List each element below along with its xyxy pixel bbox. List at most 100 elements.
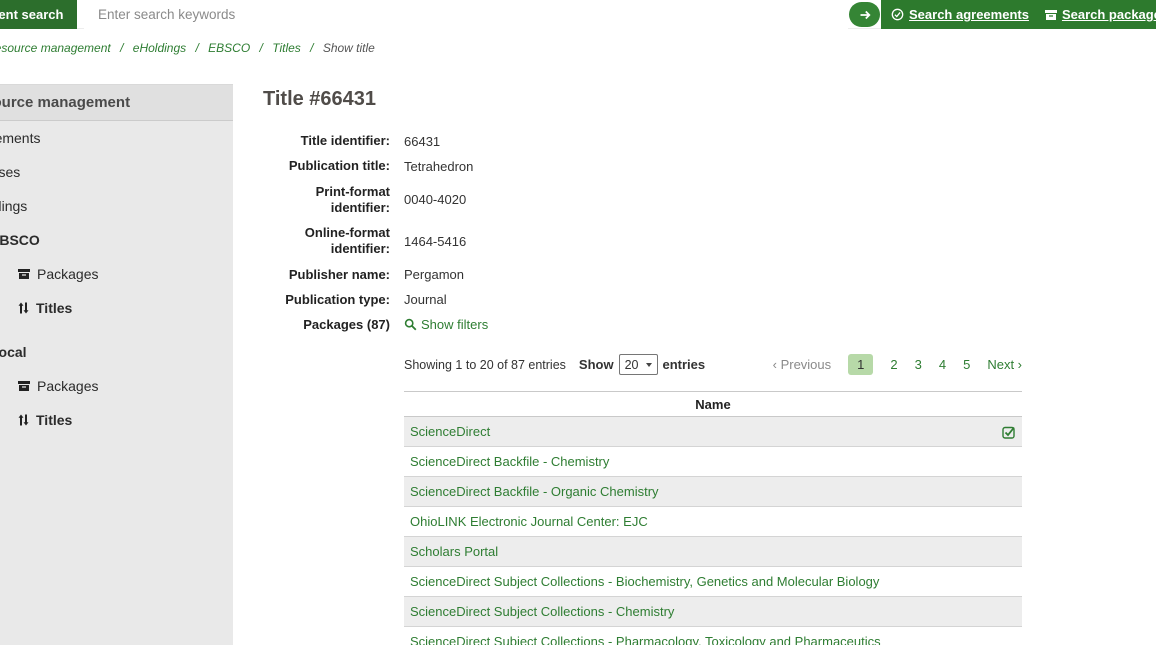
pagination-bar: Showing 1 to 20 of 87 entries Show 20 en… xyxy=(404,354,1022,375)
breadcrumb-separator: / xyxy=(310,41,313,55)
page-button-4[interactable]: 4 xyxy=(939,357,946,372)
field-value: Tetrahedron xyxy=(404,159,473,174)
package-link[interactable]: OhioLINK Electronic Journal Center: EJC xyxy=(410,514,648,529)
box-icon xyxy=(18,268,30,280)
search-agreements-label: Search agreements xyxy=(909,7,1029,22)
table-row: ScienceDirect Backfile - Chemistry xyxy=(404,447,1022,477)
previous-page-button[interactable]: ‹ Previous xyxy=(773,357,832,372)
field-label: Packages (87) xyxy=(263,317,390,333)
page-size-group: Show 20 entries xyxy=(579,354,705,375)
field-label: Title identifier: xyxy=(263,133,390,149)
page-button-5[interactable]: 5 xyxy=(963,357,970,372)
field-publisher-name: Publisher name: Pergamon xyxy=(263,267,1022,283)
arrow-right-icon xyxy=(859,9,871,21)
breadcrumb: Resource management / eHoldings / EBSCO … xyxy=(0,41,375,55)
entries-label: entries xyxy=(663,357,706,372)
sidebar-item-agreements[interactable]: Agreements xyxy=(0,121,233,155)
table-row: ScienceDirect Subject Collections - Phar… xyxy=(404,627,1022,645)
title-detail-panel: Title identifier: 66431 Publication titl… xyxy=(263,133,1022,645)
sidebar-item-ebsco-packages[interactable]: Packages xyxy=(0,257,233,291)
package-link[interactable]: ScienceDirect xyxy=(410,424,490,439)
top-search-bar: Agreement search Search agreements Searc… xyxy=(0,0,1156,29)
sidebar-item-label: Packages xyxy=(37,266,98,282)
field-online-identifier: Online-format identifier: 1464-5416 xyxy=(263,225,1022,258)
search-submit-button[interactable] xyxy=(849,2,880,27)
sidebar: Resource management Agreements Licenses … xyxy=(0,84,233,645)
show-label: Show xyxy=(579,357,614,372)
sidebar-item-label: EBSCO xyxy=(0,232,40,248)
sidebar-item-ebsco[interactable]: EBSCO xyxy=(0,223,233,257)
search-scope-button[interactable]: Agreement search xyxy=(0,0,77,29)
field-label: Publisher name: xyxy=(263,267,390,283)
table-row: ScienceDirect Subject Collections - Bioc… xyxy=(404,567,1022,597)
table-row: ScienceDirect xyxy=(404,417,1022,447)
sort-icon xyxy=(18,302,29,314)
field-value: 1464-5416 xyxy=(404,234,466,249)
package-link[interactable]: ScienceDirect Subject Collections - Chem… xyxy=(410,604,674,619)
circle-check-icon xyxy=(891,8,904,21)
field-label: Publication title: xyxy=(263,158,390,174)
breadcrumb-eholdings[interactable]: eHoldings xyxy=(133,41,186,55)
field-value: Pergamon xyxy=(404,267,464,282)
page-button-1[interactable]: 1 xyxy=(848,354,873,375)
sidebar-item-label: Titles xyxy=(36,300,72,316)
packages-table: Name ScienceDirect ScienceDirect Backfil… xyxy=(404,391,1022,645)
sidebar-item-label: Packages xyxy=(37,378,98,394)
field-publication-title: Publication title: Tetrahedron xyxy=(263,158,1022,174)
page-title: Title #66431 xyxy=(263,88,376,111)
sidebar-item-local[interactable]: Local xyxy=(0,335,233,369)
sidebar-item-label: Agreements xyxy=(0,130,40,146)
show-filters-link[interactable]: Show filters xyxy=(404,317,488,332)
table-row: OhioLINK Electronic Journal Center: EJC xyxy=(404,507,1022,537)
sidebar-item-licenses[interactable]: Licenses xyxy=(0,155,233,189)
sidebar-item-label: Local xyxy=(0,344,27,360)
entries-summary: Showing 1 to 20 of 87 entries xyxy=(404,358,566,372)
sidebar-item-local-packages[interactable]: Packages xyxy=(0,369,233,403)
sidebar-item-eholdings[interactable]: eHoldings xyxy=(0,189,233,223)
search-packages-label: Search packages xyxy=(1062,7,1156,22)
field-label: Online-format identifier: xyxy=(263,225,390,258)
page-size-select[interactable]: 20 xyxy=(619,354,658,375)
breadcrumb-ebsco[interactable]: EBSCO xyxy=(208,41,250,55)
field-publication-type: Publication type: Journal xyxy=(263,292,1022,308)
chevron-down-icon xyxy=(646,363,652,367)
pager: ‹ Previous 1 2 3 4 5 Next › xyxy=(773,354,1022,375)
search-agreements-link[interactable]: Search agreements xyxy=(891,7,1029,22)
page-button-3[interactable]: 3 xyxy=(915,357,922,372)
packages-table-header: Name xyxy=(404,391,1022,417)
sidebar-item-label: eHoldings xyxy=(0,198,27,214)
show-filters-label: Show filters xyxy=(421,317,488,332)
checkbox-checked-icon xyxy=(1002,425,1016,439)
field-value: Journal xyxy=(404,292,447,307)
table-row: ScienceDirect Subject Collections - Chem… xyxy=(404,597,1022,627)
sidebar-item-ebsco-titles[interactable]: Titles xyxy=(0,291,233,325)
breadcrumb-separator: / xyxy=(195,41,198,55)
package-link[interactable]: Scholars Portal xyxy=(410,544,498,559)
package-link[interactable]: ScienceDirect Subject Collections - Phar… xyxy=(410,634,881,645)
sidebar-item-local-titles[interactable]: Titles xyxy=(0,403,233,437)
field-value: 0040-4020 xyxy=(404,192,466,207)
breadcrumb-separator: / xyxy=(260,41,263,55)
breadcrumb-show-title: Show title xyxy=(323,41,375,55)
package-link[interactable]: ScienceDirect Backfile - Chemistry xyxy=(410,454,609,469)
page-button-2[interactable]: 2 xyxy=(890,357,897,372)
page-size-value: 20 xyxy=(625,358,639,372)
package-link[interactable]: ScienceDirect Subject Collections - Bioc… xyxy=(410,574,879,589)
search-filter-icon xyxy=(404,318,417,331)
field-packages-count: Packages (87) Show filters xyxy=(263,317,1022,334)
table-row: Scholars Portal xyxy=(404,537,1022,567)
sidebar-title: Resource management xyxy=(0,85,233,121)
breadcrumb-resource-management[interactable]: Resource management xyxy=(0,41,111,55)
sidebar-item-label: Licenses xyxy=(0,164,20,180)
table-row: ScienceDirect Backfile - Organic Chemist… xyxy=(404,477,1022,507)
search-packages-link[interactable]: Search packages xyxy=(1045,7,1156,22)
field-label: Print-format identifier: xyxy=(263,184,390,217)
package-link[interactable]: ScienceDirect Backfile - Organic Chemist… xyxy=(410,484,659,499)
field-value: 66431 xyxy=(404,134,440,149)
sidebar-item-label: Titles xyxy=(36,412,72,428)
field-title-identifier: Title identifier: 66431 xyxy=(263,133,1022,149)
next-page-button[interactable]: Next › xyxy=(987,357,1022,372)
breadcrumb-separator: / xyxy=(120,41,123,55)
breadcrumb-titles[interactable]: Titles xyxy=(272,41,301,55)
search-input[interactable] xyxy=(84,0,848,29)
